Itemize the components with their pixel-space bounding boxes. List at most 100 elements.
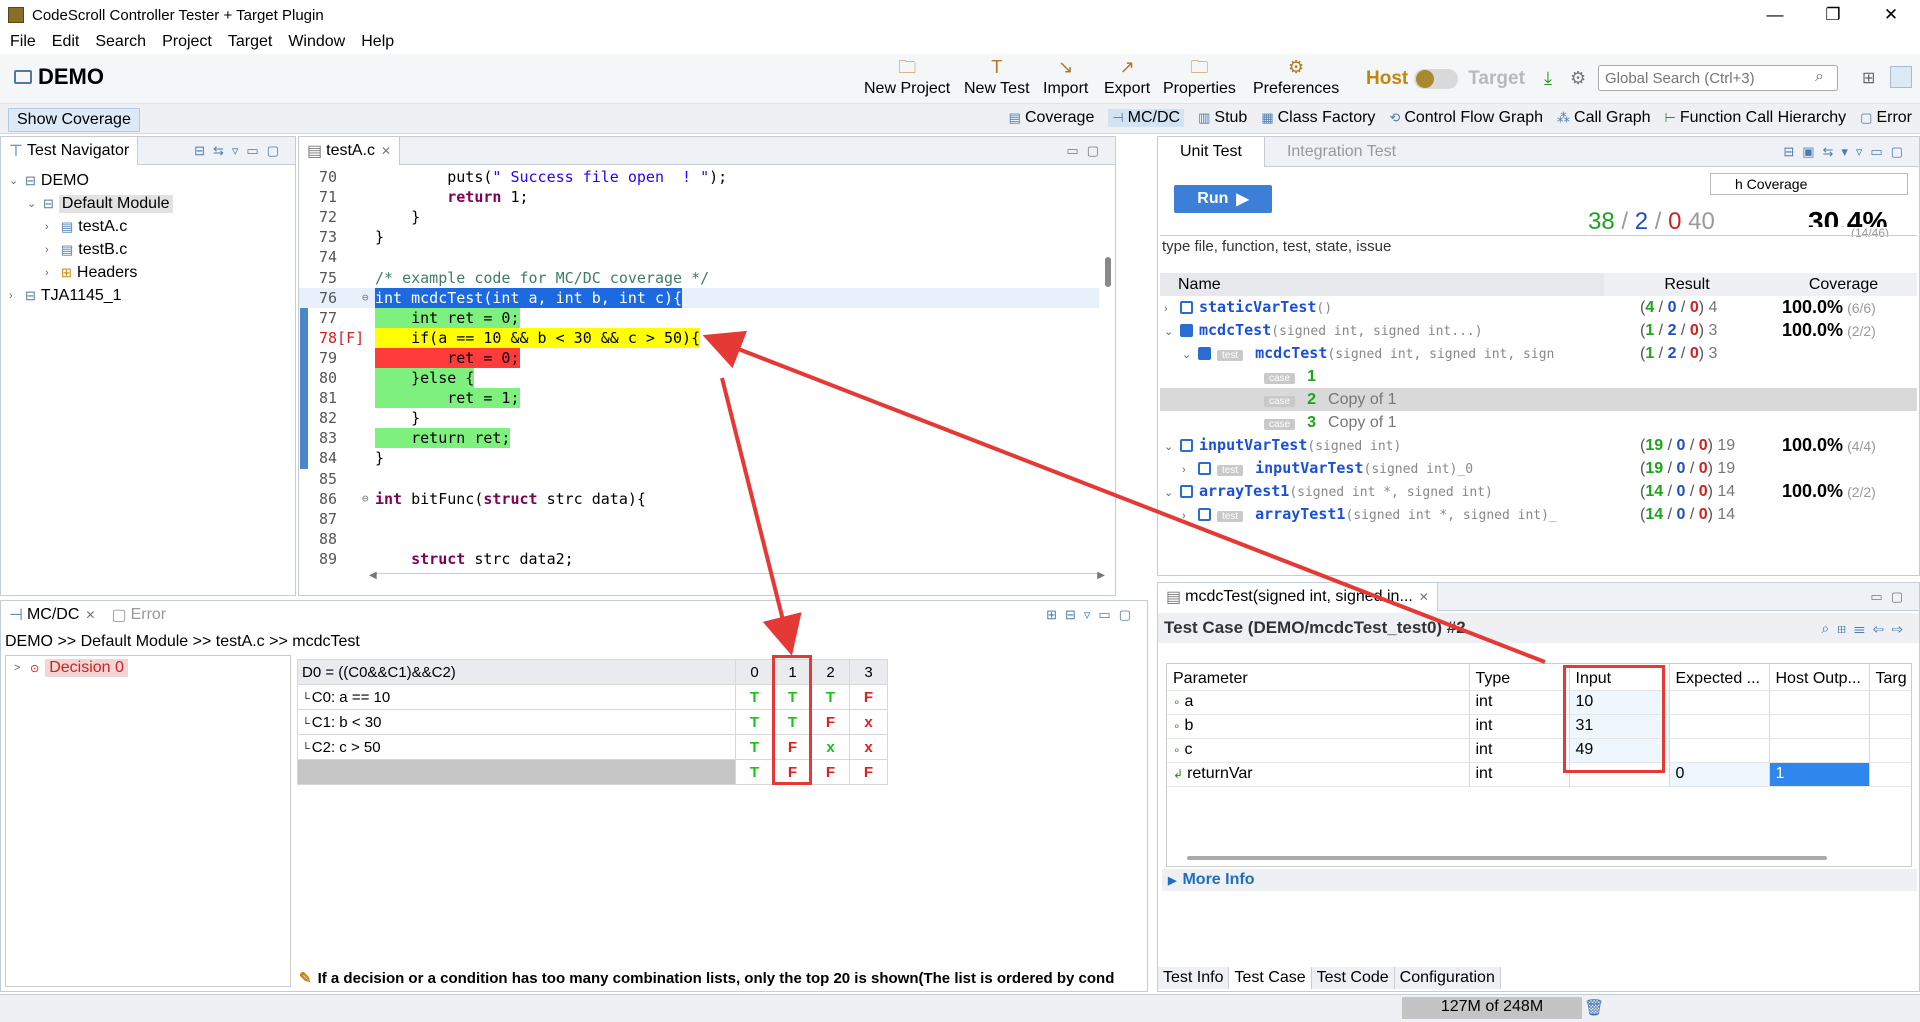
global-search-input[interactable] bbox=[1598, 65, 1838, 91]
menu-file[interactable]: File bbox=[10, 33, 36, 51]
tab-test-code[interactable]: Test Code bbox=[1311, 967, 1395, 989]
fold-icon[interactable]: ⊖ bbox=[362, 489, 369, 509]
preferences-button[interactable]: ⚙ Preferences bbox=[1253, 56, 1339, 98]
test-checkbox[interactable] bbox=[1198, 462, 1211, 476]
param-target-cell[interactable] bbox=[1869, 762, 1911, 787]
tab-mcdc-view[interactable]: ⊣ MC/DC ✕ bbox=[1, 601, 103, 629]
close-mcdc-tab-icon[interactable]: ✕ bbox=[85, 608, 95, 622]
param-col-header[interactable]: Expected ... bbox=[1669, 664, 1770, 691]
chevron-right-icon[interactable]: › bbox=[1182, 464, 1194, 476]
test-checkbox[interactable] bbox=[1180, 324, 1193, 338]
chevron-down-icon[interactable]: ⌄ bbox=[1164, 486, 1176, 499]
menu-project[interactable]: Project bbox=[162, 33, 212, 51]
tab-mcdc-test-case[interactable]: ▤ mcdcTest(signed int, signed in... ✕ bbox=[1158, 582, 1438, 611]
param-col-header[interactable]: Targ bbox=[1869, 664, 1911, 691]
testcase-minmax-icons[interactable]: ▭▢ bbox=[1870, 589, 1911, 605]
param-host-cell[interactable] bbox=[1769, 714, 1870, 739]
param-host-cell[interactable] bbox=[1769, 690, 1870, 715]
export-button[interactable]: ↗ Export bbox=[1104, 56, 1150, 98]
menu-window[interactable]: Window bbox=[288, 33, 345, 51]
close-tab-icon[interactable]: ✕ bbox=[381, 144, 391, 158]
test-function-row[interactable]: ⌄ arrayTest1(signed int *, signed int) (14… bbox=[1160, 480, 1917, 503]
expand-icon[interactable]: > bbox=[14, 662, 26, 674]
properties-button[interactable]: 🗀 Properties bbox=[1163, 56, 1236, 98]
show-coverage-button[interactable]: Show Coverage bbox=[8, 108, 140, 132]
tab-unit-test[interactable]: Unit Test bbox=[1158, 136, 1265, 167]
test-checkbox[interactable] bbox=[1180, 485, 1193, 499]
param-expected-cell[interactable]: 0 bbox=[1669, 762, 1770, 787]
code-area[interactable]: 70 puts(" Success file open ! "); 71 retu… bbox=[299, 167, 1099, 568]
test-checkbox[interactable] bbox=[1198, 347, 1211, 361]
chevron-right-icon[interactable]: › bbox=[1182, 510, 1194, 522]
col-coverage[interactable]: Coverage bbox=[1770, 273, 1917, 296]
param-expected-cell[interactable] bbox=[1669, 690, 1770, 715]
chevron-right-icon[interactable]: › bbox=[45, 267, 57, 279]
param-row[interactable]: ∘ b int 31 bbox=[1167, 714, 1911, 739]
tab-control-flow-graph[interactable]: ⟲ Control Flow Graph bbox=[1389, 109, 1543, 127]
param-target-cell[interactable] bbox=[1869, 714, 1911, 739]
chevron-right-icon[interactable]: › bbox=[45, 221, 57, 233]
import-button[interactable]: ↘ Import bbox=[1043, 56, 1088, 98]
run-button[interactable]: Run ▶ bbox=[1174, 185, 1272, 213]
chevron-down-icon[interactable]: ⌄ bbox=[27, 197, 39, 210]
testcase-toolbar-icons[interactable]: ⌕⊞☰⇦⇨ bbox=[1821, 620, 1911, 637]
more-info-toggle[interactable]: ▶ More Info bbox=[1162, 869, 1917, 891]
minimize-button[interactable]: — bbox=[1746, 0, 1804, 30]
scroll-right-icon[interactable]: ▶ bbox=[1097, 570, 1105, 581]
scroll-left-icon[interactable]: ◀ bbox=[369, 570, 377, 581]
chevron-right-icon[interactable]: › bbox=[1164, 303, 1176, 315]
menu-search[interactable]: Search bbox=[95, 33, 146, 51]
navigator-item[interactable]: › ⊞ Headers bbox=[9, 261, 295, 284]
test-checkbox[interactable] bbox=[1198, 508, 1211, 522]
chevron-right-icon[interactable]: › bbox=[9, 290, 21, 302]
tab-error[interactable]: ▢ Error bbox=[1860, 109, 1912, 127]
tab-coverage[interactable]: ▤ Coverage bbox=[1009, 109, 1095, 127]
navigator-item[interactable]: › ⊟ TJA1145_1 bbox=[9, 284, 295, 307]
param-host-cell[interactable] bbox=[1769, 738, 1870, 763]
param-row[interactable]: ↲ returnVar int 0 1 bbox=[1167, 762, 1911, 787]
tab-integration-test[interactable]: Integration Test bbox=[1265, 137, 1418, 167]
menu-edit[interactable]: Edit bbox=[52, 33, 80, 51]
test-case-row[interactable]: case 1 bbox=[1160, 365, 1917, 388]
tab-class-factory[interactable]: ▦ Class Factory bbox=[1261, 109, 1375, 127]
param-expected-cell[interactable] bbox=[1669, 738, 1770, 763]
close-button[interactable]: ✕ bbox=[1862, 0, 1920, 30]
param-col-header[interactable]: Parameter bbox=[1167, 664, 1470, 691]
chevron-down-icon[interactable]: ⌄ bbox=[1164, 440, 1176, 453]
navigator-item[interactable]: ⌄ ⊟ DEMO bbox=[9, 169, 295, 192]
test-filter-input[interactable]: type file, function, test, state, issue bbox=[1160, 235, 1917, 257]
tab-stub[interactable]: ▥ Stub bbox=[1198, 109, 1247, 127]
test-function-row[interactable]: ⌄ mcdcTest(signed int, signed int...) (1 /… bbox=[1160, 319, 1917, 342]
close-testcase-tab-icon[interactable]: ✕ bbox=[1419, 590, 1429, 604]
restore-button[interactable]: ❐ bbox=[1804, 0, 1862, 30]
active-perspective-icon[interactable] bbox=[1890, 66, 1912, 88]
tab-test-case[interactable]: Test Case bbox=[1229, 967, 1312, 989]
param-col-header[interactable]: Type bbox=[1469, 664, 1570, 691]
param-target-cell[interactable] bbox=[1869, 690, 1911, 715]
navigator-item[interactable]: ⌄ ⊟ Default Module bbox=[9, 192, 295, 215]
chevron-right-icon[interactable]: › bbox=[45, 244, 57, 256]
decision-item[interactable]: > ⊙ Decision 0 bbox=[6, 656, 290, 680]
chevron-down-icon[interactable]: ⌄ bbox=[9, 174, 21, 187]
col-name[interactable]: Name bbox=[1160, 273, 1604, 296]
param-col-header[interactable]: Host Outp... bbox=[1769, 664, 1870, 691]
param-row[interactable]: ∘ a int 10 bbox=[1167, 690, 1911, 715]
test-function-row[interactable]: ⌄ test mcdcTest(signed int, signed int, si… bbox=[1160, 342, 1917, 365]
navigator-item[interactable]: › ▤ testA.c bbox=[9, 215, 295, 238]
navigator-toolbar-icons[interactable]: ⊟⇆▿▭▢ bbox=[194, 143, 287, 159]
menu-help[interactable]: Help bbox=[361, 33, 394, 51]
menu-target[interactable]: Target bbox=[228, 33, 272, 51]
test-function-row[interactable]: › staticVarTest() (4 / 0 / 0) 4 100.0% (6/6) bbox=[1160, 296, 1917, 319]
param-expected-cell[interactable] bbox=[1669, 714, 1770, 739]
host-target-toggle[interactable]: Host Target bbox=[1366, 68, 1525, 90]
editor-minmax-icons[interactable]: ▭▢ bbox=[1066, 143, 1107, 159]
col-result[interactable]: Result bbox=[1604, 273, 1770, 296]
navigator-item[interactable]: › ▤ testB.c bbox=[9, 238, 295, 261]
tab-configuration[interactable]: Configuration bbox=[1394, 967, 1501, 989]
tab-function-call-hierarchy[interactable]: ⊢ Function Call Hierarchy bbox=[1665, 109, 1847, 127]
new-test-button[interactable]: T New Test bbox=[964, 56, 1030, 98]
editor-hscroll[interactable]: ◀ ▶ bbox=[369, 570, 1105, 583]
test-checkbox[interactable] bbox=[1180, 301, 1193, 315]
tab-test-navigator[interactable]: ⊤ Test Navigator bbox=[1, 136, 139, 165]
mcdc-toolbar-icons[interactable]: ⊞⊟▿▭▢ bbox=[1046, 607, 1139, 623]
